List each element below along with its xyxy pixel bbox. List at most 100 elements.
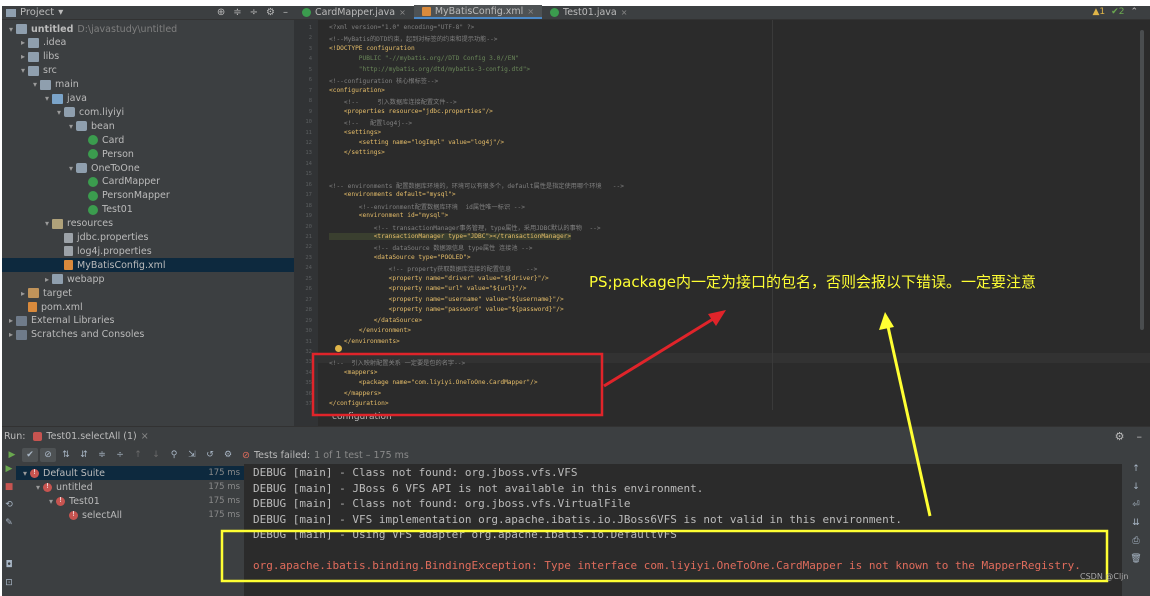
tree-item[interactable]: ▸ Scratches and Consoles [2,328,294,342]
tree-item[interactable]: log4j.properties [2,244,294,258]
code-line[interactable]: <!-- transactionManager事务管理，type属性，采用JDB… [329,223,601,232]
show-passed-icon[interactable]: ✔ [22,448,38,462]
chevron-right-icon[interactable]: ▸ [42,275,52,284]
code-line[interactable]: <property name="driver" value="${driver}… [329,275,549,282]
code-line[interactable]: "http://mybatis.org/dtd/mybatis-3-config… [329,66,530,73]
tree-item[interactable]: ▸ target [2,286,294,300]
tree-item[interactable]: ▾ src [2,64,294,78]
code-line[interactable]: </mappers> [329,390,381,397]
test-item[interactable]: ▾ untitled 175 ms [16,480,244,494]
code-line[interactable]: <!--MyBatis的DTD约束，起到对标签的约束和提示功能--> [329,34,498,43]
trash-icon[interactable]: 🗑 [1122,554,1150,572]
run-console[interactable]: DEBUG [main] - Class not found: org.jbos… [244,464,1122,596]
tree-item[interactable]: Person [2,147,294,161]
code-line[interactable]: <!-- 引入映射配置关系 一定要是包的名字--> [329,358,465,367]
code-line[interactable]: <setting name="logImpl" value="log4j"/> [329,139,504,146]
search-icon[interactable]: ⚲ [166,448,182,462]
print-icon[interactable]: ⎙ [1122,536,1150,554]
code-line[interactable]: <!-- dataSource 数据源信息 type属性 连接池 --> [329,243,533,252]
code-line[interactable]: </environments> [329,338,400,345]
breadcrumb[interactable]: configuration [332,412,392,422]
minimize-icon[interactable]: – [283,7,288,18]
gear-icon[interactable]: ⚙ [266,7,275,18]
code-line[interactable]: </settings> [329,149,385,156]
export-icon[interactable]: ⇲ [184,448,200,462]
tree-item[interactable]: ▾ bean [2,119,294,133]
tree-item[interactable]: ▸ .idea [2,36,294,50]
pin-icon[interactable]: ⊡ [2,578,16,596]
code-line[interactable]: <dataSource type="POOLED"> [329,254,471,261]
stop-icon[interactable]: ■ [2,482,16,500]
chevron-down-icon[interactable]: ▾ [66,164,76,173]
code-line[interactable]: <configuration> [329,87,385,94]
code-line[interactable]: </configuration> [329,400,389,407]
chevron-right-icon[interactable]: ▸ [6,330,16,339]
code-line[interactable]: <property name="url" value="${url}"/> [329,285,527,292]
code-line[interactable]: <environment id="mysql"> [329,212,448,219]
tree-item[interactable]: ▾ resources [2,217,294,231]
code-line[interactable]: PUBLIC "-//mybatis.org//DTD Config 3.0//… [329,55,519,62]
close-icon[interactable]: × [399,8,406,17]
test-item[interactable]: ▾ Test01 175 ms [16,494,244,508]
code-line[interactable]: <package name="com.liyiyi.OneToOne.CardM… [329,379,538,386]
import-icon[interactable]: ↺ [202,448,218,462]
show-ignored-icon[interactable]: ⊘ [40,448,56,462]
chevron-down-icon[interactable]: ▾ [30,80,40,89]
sort-duration-icon[interactable]: ⇵ [76,448,92,462]
code-line[interactable]: <settings> [329,129,381,136]
close-icon[interactable]: × [621,8,628,17]
rerun-icon[interactable]: ▶ [2,464,16,482]
chevron-down-icon[interactable]: ▾ [66,122,76,131]
code-line[interactable]: </environment> [329,327,411,334]
tree-item[interactable]: Test01 [2,203,294,217]
run-tab[interactable]: Test01.selectAll (1) × [33,431,149,442]
project-panel-title[interactable]: Project [20,7,54,18]
chevron-down-icon[interactable]: ▾ [20,469,30,478]
tree-item[interactable]: ▾ com.liyiyi [2,105,294,119]
minimize-icon[interactable]: – [1137,430,1143,443]
gear-icon[interactable]: ⚙ [1115,430,1125,443]
chevron-down-icon[interactable]: ▾ [6,25,16,34]
editor-tab[interactable]: MyBatisConfig.xml × [413,5,543,19]
code-line[interactable]: <!DOCTYPE configuration [329,45,415,52]
inspection-widget[interactable]: ▲1 ✔2 ⌃ [1093,5,1150,19]
chevron-down-icon[interactable]: ▾ [33,483,43,492]
close-icon[interactable]: × [141,431,149,442]
code-line[interactable]: <!-- environments 配置数据库环境的，环境可以有很多个，defa… [329,181,624,190]
chevron-down-icon[interactable]: ▾ [46,497,56,506]
settings-icon[interactable]: ⚙ [220,448,236,462]
tree-item[interactable]: jdbc.properties [2,231,294,245]
code-line[interactable]: <environments default="mysql"> [329,191,456,198]
collapse-icon[interactable]: ≑ [233,7,241,18]
scroll-end-icon[interactable]: ⇊ [1122,518,1150,536]
code-line[interactable]: <!--environment配置数据库环境 id属性唯一标识 --> [329,202,525,211]
code-line[interactable]: <property name="password" value="${passw… [329,306,564,313]
code-line[interactable]: <!-- 引入数据库连接配置文件--> [329,97,457,106]
arrow-up-icon[interactable]: ↑ [1122,464,1150,482]
code-line[interactable]: <properties resource="jdbc.properties"/> [329,108,493,115]
chevron-up-icon[interactable]: ⌃ [1130,7,1138,17]
bulb-icon[interactable] [335,345,342,352]
editor-scrollbar[interactable] [1140,30,1144,330]
wrap-icon[interactable]: ⏎ [1122,500,1150,518]
tree-item[interactable]: Card [2,133,294,147]
close-icon[interactable]: × [527,7,534,16]
rerun-icon[interactable]: ▶ [4,448,20,462]
collapse-all-icon[interactable]: ÷ [112,448,128,462]
editor-tab[interactable]: Test01.java × [542,5,635,19]
code-line[interactable]: <mappers> [329,369,378,376]
code-line[interactable]: <!-- property获取数据库连接的配置信息 --> [329,264,538,273]
code-editor[interactable]: <?xml version="1.0" encoding="UTF-8" ?> <… [294,20,1150,426]
tree-item[interactable]: ▾ OneToOne [2,161,294,175]
toggle-icon[interactable]: ⟲ [2,500,16,518]
code-line[interactable]: <!-- 配置log4j--> [329,118,412,127]
code-line[interactable]: <property name="username" value="${usern… [329,296,564,303]
camera-icon[interactable]: ◘ [2,560,16,578]
locate-icon[interactable]: ⊕ [217,7,225,18]
chevron-right-icon[interactable]: ▸ [18,52,28,61]
tree-item[interactable]: MyBatisConfig.xml [2,258,294,273]
editor-tab[interactable]: CardMapper.java × [294,5,414,19]
wrench-icon[interactable]: ✎ [2,518,16,536]
chevron-down-icon[interactable]: ▾ [42,94,52,103]
arrow-down-icon[interactable]: ↓ [1122,482,1150,500]
